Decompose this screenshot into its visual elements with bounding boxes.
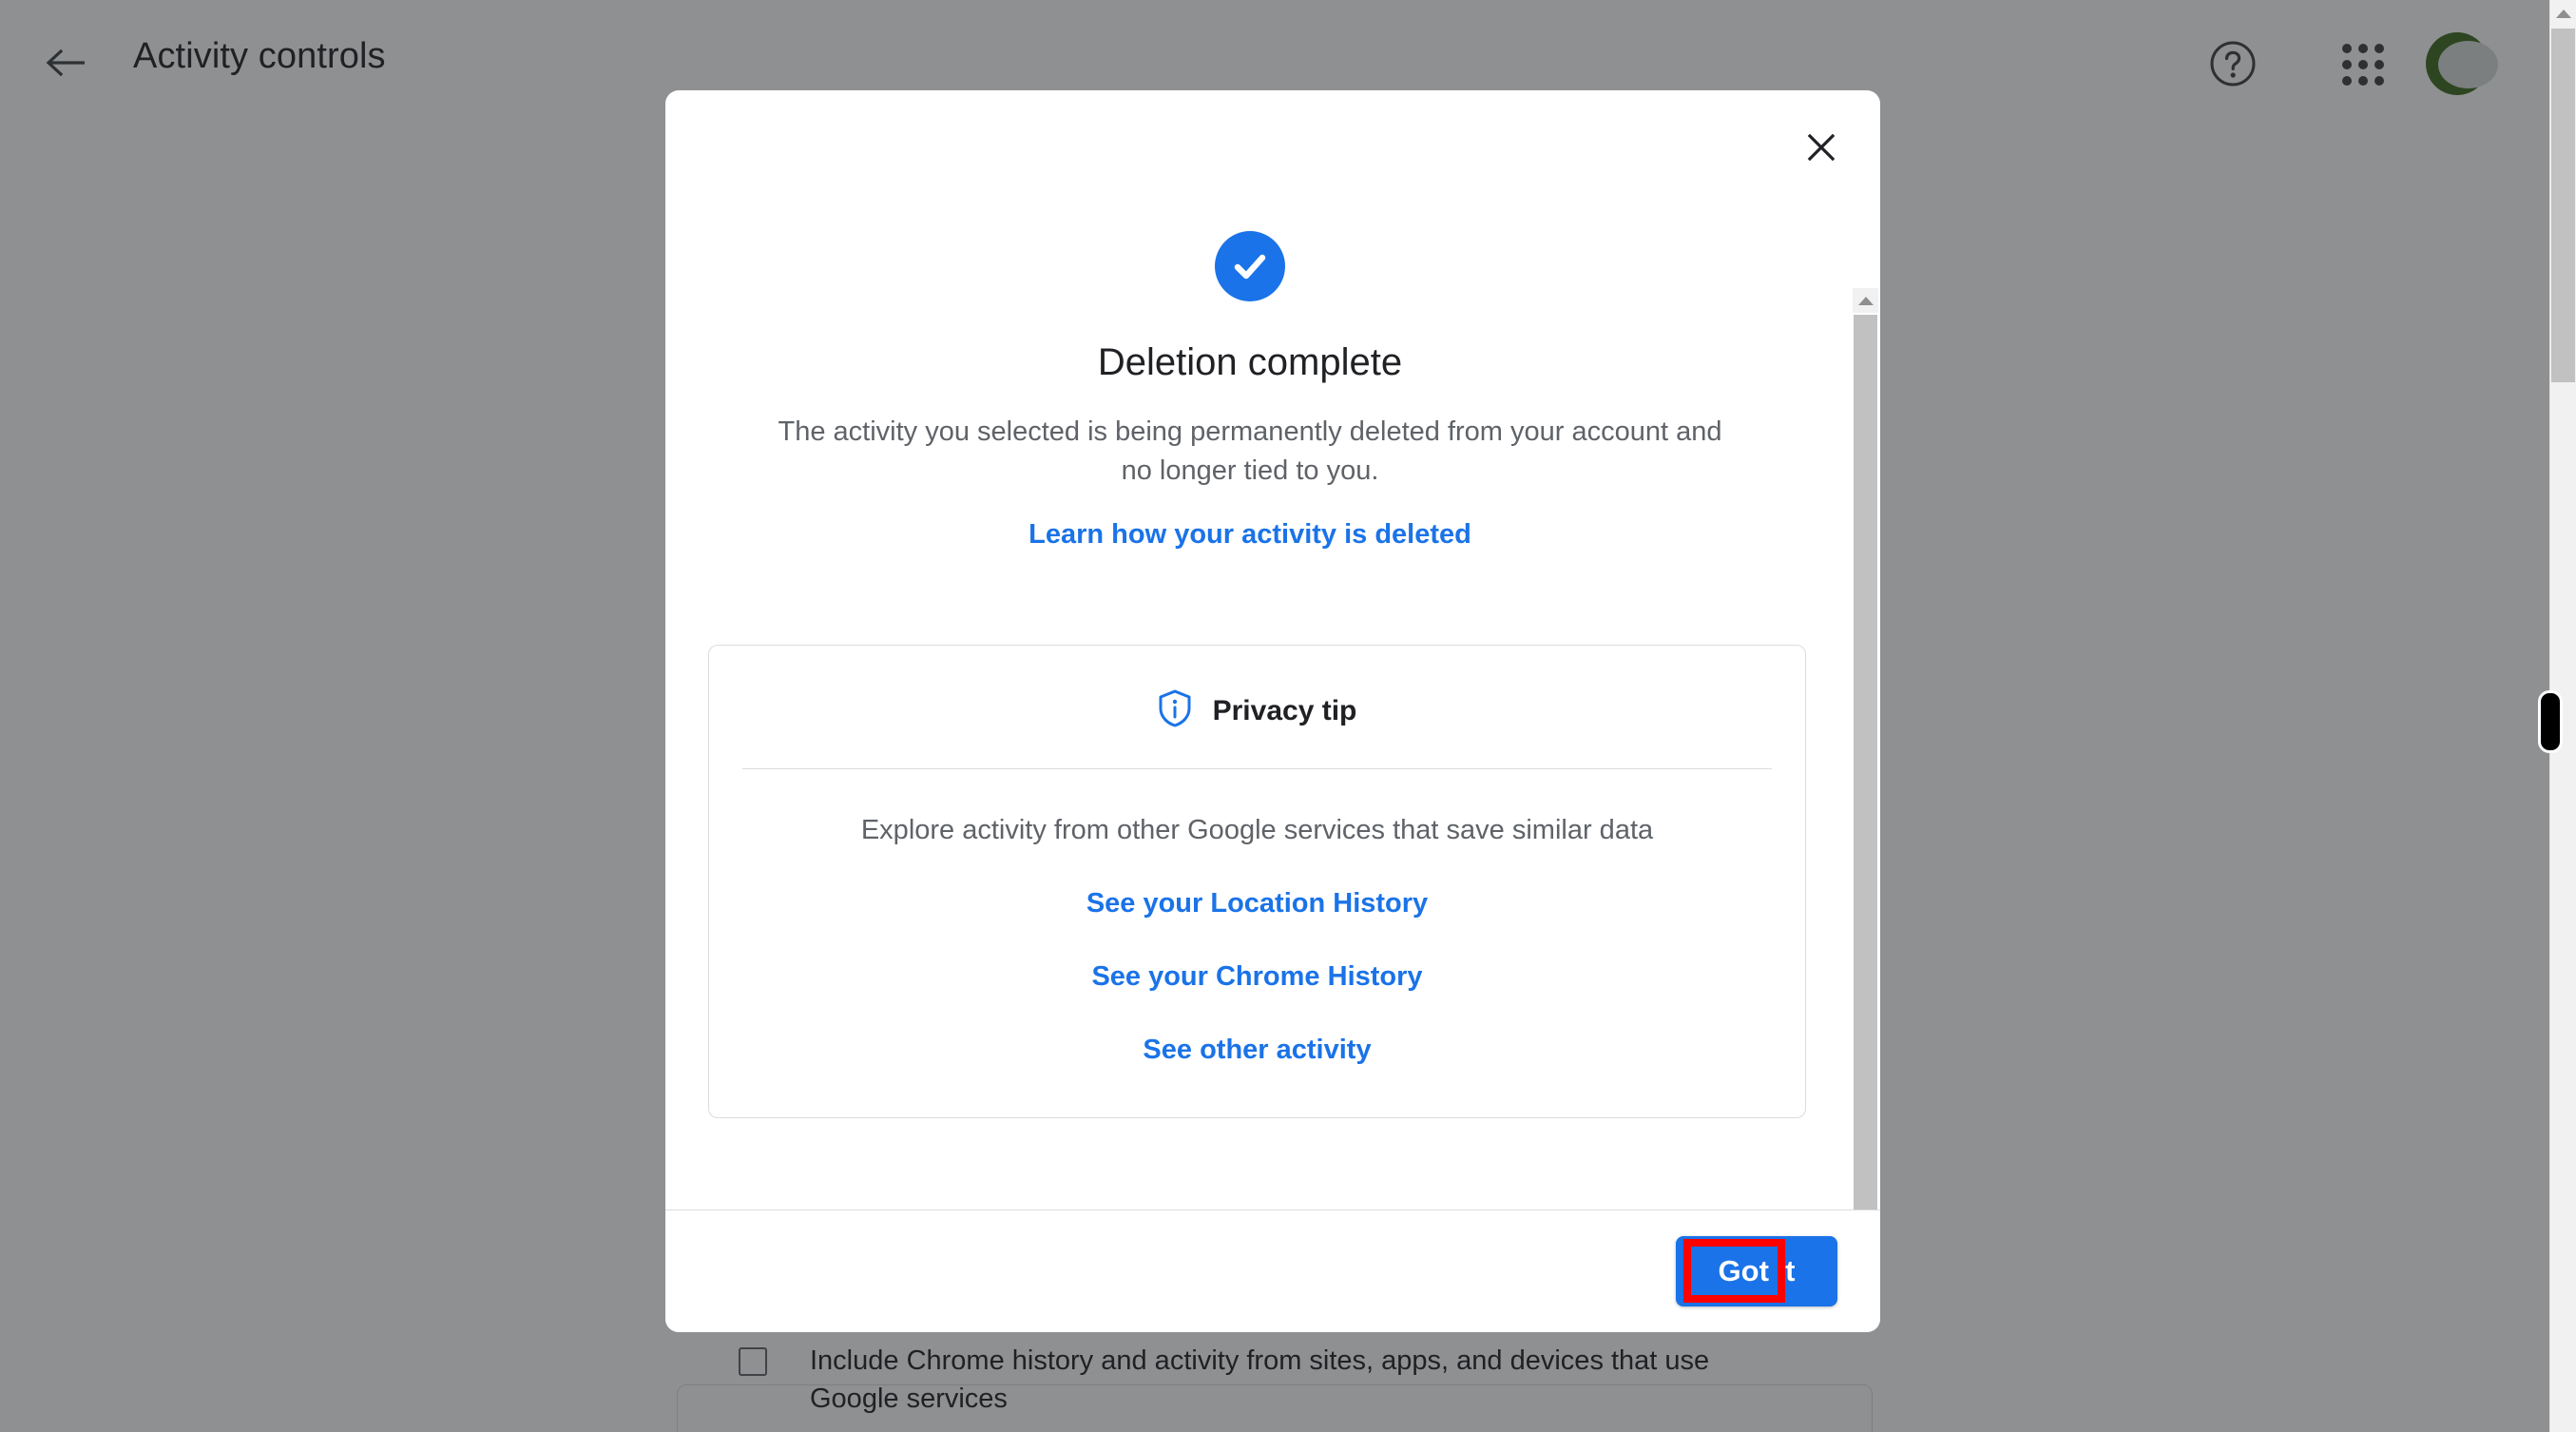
dialog-content: Deletion complete The activity you selec… xyxy=(665,90,1835,1118)
edge-tab-handle[interactable] xyxy=(2538,690,2563,753)
triangle-up-icon xyxy=(1857,296,1874,305)
got-it-button[interactable]: Got it xyxy=(1676,1236,1837,1306)
privacy-tip-divider xyxy=(742,768,1772,769)
dialog-scrollbar-up-arrow-icon[interactable] xyxy=(1853,288,1878,313)
scrollbar-up-arrow-icon[interactable] xyxy=(2550,0,2576,27)
privacy-tip-card: Privacy tip Explore activity from other … xyxy=(708,645,1806,1118)
check-circle-icon xyxy=(1215,231,1285,301)
dialog-footer: Got it xyxy=(665,1210,1880,1332)
page-scrollbar-thumb[interactable] xyxy=(2551,29,2575,382)
close-icon[interactable] xyxy=(1795,121,1848,174)
privacy-tip-title: Privacy tip xyxy=(1212,694,1357,726)
dialog-scroll-area: Deletion complete The activity you selec… xyxy=(665,90,1880,1209)
see-chrome-history-link[interactable]: See your Chrome History xyxy=(709,961,1805,993)
triangle-up-icon xyxy=(2555,9,2571,18)
see-other-activity-link[interactable]: See other activity xyxy=(709,1035,1805,1066)
dialog-body-text: The activity you selected is being perma… xyxy=(778,416,1722,486)
dialog-scrollbar-thumb[interactable] xyxy=(1854,315,1877,1266)
privacy-tip-body: Explore activity from other Google servi… xyxy=(860,815,1654,845)
dialog-scrollbar[interactable] xyxy=(1853,288,1878,1296)
see-location-history-link[interactable]: See your Location History xyxy=(709,888,1805,919)
learn-how-activity-deleted-link[interactable]: Learn how your activity is deleted xyxy=(708,519,1792,551)
shield-info-icon xyxy=(1158,689,1192,732)
deletion-complete-dialog: Deletion complete The activity you selec… xyxy=(665,90,1880,1332)
dialog-heading: Deletion complete xyxy=(1097,341,1403,383)
privacy-tip-header: Privacy tip xyxy=(709,646,1805,768)
